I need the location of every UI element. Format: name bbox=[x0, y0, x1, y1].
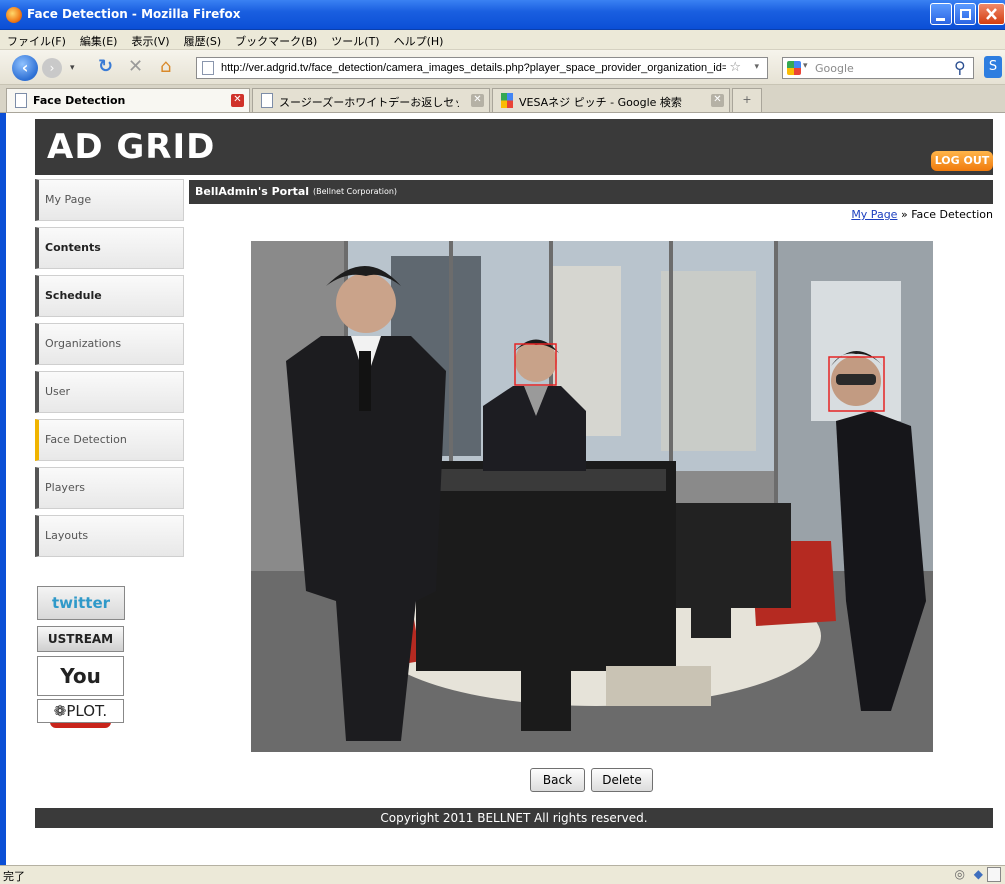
camera-scene bbox=[251, 241, 933, 752]
firefox-logo-icon bbox=[6, 7, 22, 23]
portal-title-bar: BellAdmin's Portal (Bellnet Corporation) bbox=[189, 180, 993, 204]
page-icon bbox=[202, 61, 214, 75]
page-icon bbox=[261, 93, 273, 108]
status-text: 完了 bbox=[3, 870, 25, 883]
menu-file[interactable]: ファイル(F) bbox=[0, 30, 73, 49]
search-engine-dropdown-icon[interactable]: ▾ bbox=[803, 61, 808, 71]
sidebar-nav: My Page Contents Schedule Organizations … bbox=[35, 179, 184, 563]
logout-button[interactable]: LOG OUT bbox=[931, 151, 993, 171]
maximize-button[interactable] bbox=[954, 3, 976, 25]
status-bar: 完了 ◎ ◆ bbox=[0, 865, 1005, 884]
breadcrumb-my-page-link[interactable]: My Page bbox=[851, 208, 897, 221]
page-footer: Copyright 2011 BELLNET All rights reserv… bbox=[35, 808, 993, 828]
close-icon bbox=[986, 8, 997, 20]
reload-icon[interactable]: ↻ bbox=[98, 55, 113, 79]
back-button[interactable]: Back bbox=[530, 768, 585, 792]
camera-image bbox=[251, 241, 933, 752]
addon-status-icon[interactable]: ◎ bbox=[955, 867, 965, 881]
navigation-toolbar: ‹ › ▾ ↻ ✕ ⌂ http://ver.adgrid.tv/face_de… bbox=[0, 50, 1005, 85]
close-tab-icon[interactable]: ✕ bbox=[231, 94, 244, 107]
sidebar-item-layouts[interactable]: Layouts bbox=[35, 515, 184, 557]
menu-tools[interactable]: ツール(T) bbox=[324, 30, 386, 49]
bookmark-star-icon[interactable]: ☆ bbox=[729, 60, 741, 75]
search-box[interactable]: ▾ Google bbox=[782, 57, 974, 79]
close-tab-icon[interactable]: ✕ bbox=[471, 94, 484, 107]
url-bar[interactable]: http://ver.adgrid.tv/face_detection/came… bbox=[196, 57, 768, 79]
window-titlebar: Face Detection - Mozilla Firefox bbox=[0, 0, 1005, 30]
breadcrumb-separator: » bbox=[900, 208, 908, 221]
menu-history[interactable]: 履歴(S) bbox=[177, 30, 229, 49]
home-icon[interactable]: ⌂ bbox=[160, 55, 171, 79]
addon-icon[interactable]: S bbox=[984, 56, 1002, 78]
search-placeholder: Google bbox=[815, 62, 854, 75]
tab-face-detection[interactable]: Face Detection ✕ bbox=[6, 88, 250, 112]
search-icon[interactable]: ⚲ bbox=[954, 56, 966, 80]
new-tab-button[interactable]: + bbox=[732, 88, 762, 112]
tab-label: VESAネジ ピッチ - Google 検索 bbox=[519, 96, 682, 109]
sidebar-item-label: User bbox=[45, 385, 71, 398]
sidebar-item-label: Players bbox=[45, 481, 85, 494]
url-text: http://ver.adgrid.tv/face_detection/came… bbox=[221, 62, 726, 74]
menu-bookmarks[interactable]: ブックマーク(B) bbox=[228, 30, 324, 49]
tab-strip: Face Detection ✕ スージーズーホワイトデーお返しセット(Su..… bbox=[0, 85, 1005, 113]
security-icon[interactable]: ◆ bbox=[974, 867, 983, 881]
menu-help[interactable]: ヘルプ(H) bbox=[387, 30, 451, 49]
twitter-link[interactable]: twitter bbox=[37, 586, 125, 620]
plot-text: PLOT. bbox=[66, 702, 108, 720]
menu-view[interactable]: 表示(V) bbox=[124, 30, 176, 49]
sidebar-item-organizations[interactable]: Organizations bbox=[35, 323, 184, 365]
sidebar-item-label: Face Detection bbox=[45, 433, 127, 446]
sidebar-item-label: Organizations bbox=[45, 337, 122, 350]
google-icon bbox=[787, 61, 801, 75]
browser-forward-button[interactable]: › bbox=[42, 58, 62, 78]
sidebar-item-label: Schedule bbox=[45, 289, 102, 302]
menu-edit[interactable]: 編集(E) bbox=[73, 30, 125, 49]
site-header: AD GRID LOG OUT bbox=[35, 119, 993, 175]
tab-susie-zoo[interactable]: スージーズーホワイトデーお返しセット(Su... ✕ bbox=[252, 88, 490, 112]
plot-link[interactable]: ❁PLOT. bbox=[37, 699, 124, 723]
sidebar-item-user[interactable]: User bbox=[35, 371, 184, 413]
youtube-link[interactable]: YouTube bbox=[37, 656, 124, 728]
breadcrumb-current: Face Detection bbox=[911, 208, 993, 221]
browser-back-button[interactable]: ‹ bbox=[12, 55, 38, 81]
sidebar-item-my-page[interactable]: My Page bbox=[35, 179, 184, 221]
portal-title: BellAdmin's Portal bbox=[195, 185, 310, 198]
youtube-you-text: You bbox=[60, 664, 101, 688]
tab-vesa-google[interactable]: VESAネジ ピッチ - Google 検索 ✕ bbox=[492, 88, 730, 112]
tab-label: Face Detection bbox=[33, 94, 126, 107]
sidebar-item-label: Contents bbox=[45, 241, 101, 254]
sidebar-item-label: Layouts bbox=[45, 529, 89, 542]
url-dropdown-icon[interactable]: ▾ bbox=[754, 62, 759, 72]
sidebar-item-schedule[interactable]: Schedule bbox=[35, 275, 184, 317]
menubar: ファイル(F) 編集(E) 表示(V) 履歴(S) ブックマーク(B) ツール(T) ヘルプ… bbox=[0, 30, 1005, 50]
delete-button[interactable]: Delete bbox=[591, 768, 653, 792]
stop-icon[interactable]: ✕ bbox=[128, 55, 143, 79]
sidebar-item-players[interactable]: Players bbox=[35, 467, 184, 509]
plot-gear-icon: ❁ bbox=[53, 702, 67, 720]
adgrid-logo: AD GRID bbox=[47, 127, 216, 167]
tab-label: スージーズーホワイトデーお返しセット(Su... bbox=[279, 96, 459, 109]
page-status-icon[interactable] bbox=[987, 867, 1001, 882]
portal-organization: (Bellnet Corporation) bbox=[313, 187, 398, 196]
window-title: Face Detection - Mozilla Firefox bbox=[27, 7, 241, 21]
history-dropdown-icon[interactable]: ▾ bbox=[70, 56, 75, 80]
minimize-button[interactable] bbox=[930, 3, 952, 25]
close-window-button[interactable] bbox=[978, 3, 1005, 25]
sidebar-item-face-detection[interactable]: Face Detection bbox=[35, 419, 184, 461]
google-icon bbox=[501, 93, 513, 108]
breadcrumb: My Page » Face Detection bbox=[851, 208, 993, 221]
close-tab-icon[interactable]: ✕ bbox=[711, 94, 724, 107]
sidebar-item-contents[interactable]: Contents bbox=[35, 227, 184, 269]
ustream-link[interactable]: USTREAM bbox=[37, 626, 124, 652]
sidebar-item-label: My Page bbox=[45, 193, 92, 206]
page-icon bbox=[15, 93, 27, 108]
